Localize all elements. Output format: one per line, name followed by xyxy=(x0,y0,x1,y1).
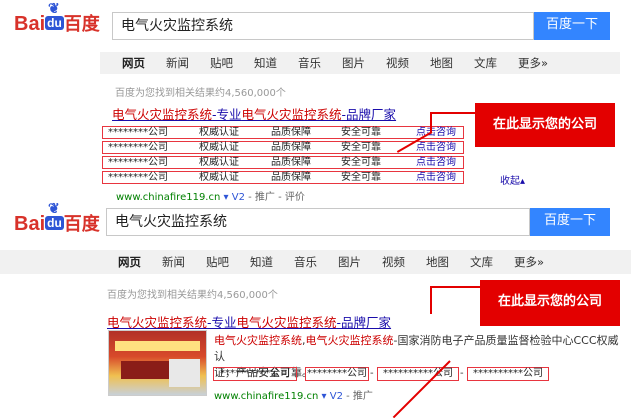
tab-web[interactable]: 网页 xyxy=(122,55,145,71)
baidu-logo[interactable]: ❦ Bai du 百度 xyxy=(14,200,100,236)
feature-safety: 安全可靠 xyxy=(341,142,381,153)
baidu-logo[interactable]: ❦ Bai du 百度 xyxy=(14,0,100,36)
tab-images[interactable]: 图片 xyxy=(338,254,361,270)
company-box: **********公司 xyxy=(213,367,297,381)
result-title-link[interactable]: 电气火灾监控系统-专业电气火灾监控系统-品牌厂家 xyxy=(107,312,391,331)
callout-badge: 在此显示您的公司 xyxy=(480,280,620,326)
result-url-line: www.chinafire119.cn ▾ V2 - 推广 xyxy=(214,391,373,402)
promo-link[interactable]: 推广 xyxy=(353,391,373,402)
collapse-toggle[interactable]: 收起▴ xyxy=(500,172,525,187)
tab-wenku[interactable]: 文库 xyxy=(474,55,497,71)
feature-cert: 权威认证 xyxy=(199,157,239,168)
tab-web[interactable]: 网页 xyxy=(118,254,141,270)
caret-up-icon: ▴ xyxy=(520,176,526,187)
search-result-panel-2: ❦ Bai du 百度 电气火灾监控系统 百度一下 网页 新闻 贴吧 知道 音乐 图… xyxy=(0,200,631,418)
company-name: ********公司 xyxy=(108,172,168,183)
tab-news[interactable]: 新闻 xyxy=(162,254,185,270)
tab-map[interactable]: 地图 xyxy=(426,254,449,270)
feature-row: ********公司 权威认证 品质保障 安全可靠 点击咨询 xyxy=(102,156,464,169)
tab-music[interactable]: 音乐 xyxy=(294,254,317,270)
result-thumbnail[interactable] xyxy=(108,330,207,396)
tab-zhidao[interactable]: 知道 xyxy=(254,55,277,71)
feature-quality: 品质保障 xyxy=(271,127,311,138)
paw-icon: ❦ xyxy=(48,0,60,16)
chevron-down-icon[interactable]: ▾ xyxy=(322,391,327,402)
nav-tabs: 网页 新闻 贴吧 知道 音乐 图片 视频 地图 文库 更多» xyxy=(100,52,620,74)
feature-quality: 品质保障 xyxy=(271,172,311,183)
feature-safety: 安全可靠 xyxy=(341,172,381,183)
callout-line xyxy=(430,286,482,288)
tab-map[interactable]: 地图 xyxy=(430,55,453,71)
v2-badge[interactable]: V2 xyxy=(330,391,343,402)
callout-line xyxy=(430,112,432,132)
consult-link[interactable]: 点击咨询 xyxy=(416,142,456,153)
search-input[interactable]: 电气火灾监控系统 xyxy=(106,208,530,236)
feature-safety: 安全可靠 xyxy=(341,157,381,168)
search-button[interactable]: 百度一下 xyxy=(534,12,610,40)
consult-link[interactable]: 点击咨询 xyxy=(416,157,456,168)
feature-cert: 权威认证 xyxy=(199,127,239,138)
paw-icon: ❦ xyxy=(48,200,60,216)
tab-music[interactable]: 音乐 xyxy=(298,55,321,71)
callout-line xyxy=(430,112,476,114)
feature-cert: 权威认证 xyxy=(199,142,239,153)
tab-images[interactable]: 图片 xyxy=(342,55,365,71)
company-box: **********公司 xyxy=(467,367,549,381)
tab-wenku[interactable]: 文库 xyxy=(470,254,493,270)
tab-video[interactable]: 视频 xyxy=(386,55,409,71)
tab-tieba[interactable]: 贴吧 xyxy=(210,55,233,71)
result-count: 百度为您找到相关结果约4,560,000个 xyxy=(115,88,286,99)
search-button[interactable]: 百度一下 xyxy=(530,208,610,236)
callout-badge: 在此显示您的公司 xyxy=(475,103,615,147)
company-box: ********公司 xyxy=(305,367,369,381)
company-box: **********公司 xyxy=(377,367,459,381)
callout-line xyxy=(430,286,432,314)
nav-tabs: 网页 新闻 贴吧 知道 音乐 图片 视频 地图 文库 更多» xyxy=(0,250,631,274)
tab-news[interactable]: 新闻 xyxy=(166,55,189,71)
feature-row: ********公司 权威认证 品质保障 安全可靠 点击咨询 xyxy=(102,171,464,184)
consult-link[interactable]: 点击咨询 xyxy=(416,172,456,183)
result-url[interactable]: www.chinafire119.cn xyxy=(214,391,318,402)
company-name: ********公司 xyxy=(108,127,168,138)
result-title-link[interactable]: 电气火灾监控系统-专业电气火灾监控系统-品牌厂家 xyxy=(112,104,396,123)
result-count: 百度为您找到相关结果约4,560,000个 xyxy=(107,290,278,301)
search-input[interactable]: 电气火灾监控系统 xyxy=(112,12,534,40)
tab-more[interactable]: 更多» xyxy=(514,254,544,270)
company-name: ********公司 xyxy=(108,142,168,153)
result-url-line: www.chinafire119.cn ▾ V2 - 推广 - 评价 xyxy=(116,192,305,203)
tab-video[interactable]: 视频 xyxy=(382,254,405,270)
tab-tieba[interactable]: 贴吧 xyxy=(206,254,229,270)
feature-quality: 品质保障 xyxy=(271,157,311,168)
company-name: ********公司 xyxy=(108,157,168,168)
feature-quality: 品质保障 xyxy=(271,142,311,153)
feature-cert: 权威认证 xyxy=(199,172,239,183)
tab-zhidao[interactable]: 知道 xyxy=(250,254,273,270)
tab-more[interactable]: 更多» xyxy=(518,55,548,71)
search-result-panel-1: ❦ Bai du 百度 电气火灾监控系统 百度一下 网页 新闻 贴吧 知道 音乐 图… xyxy=(0,0,631,203)
feature-safety: 安全可靠 xyxy=(341,127,381,138)
feature-row: ********公司 权威认证 品质保障 安全可靠 点击咨询 xyxy=(102,126,464,139)
